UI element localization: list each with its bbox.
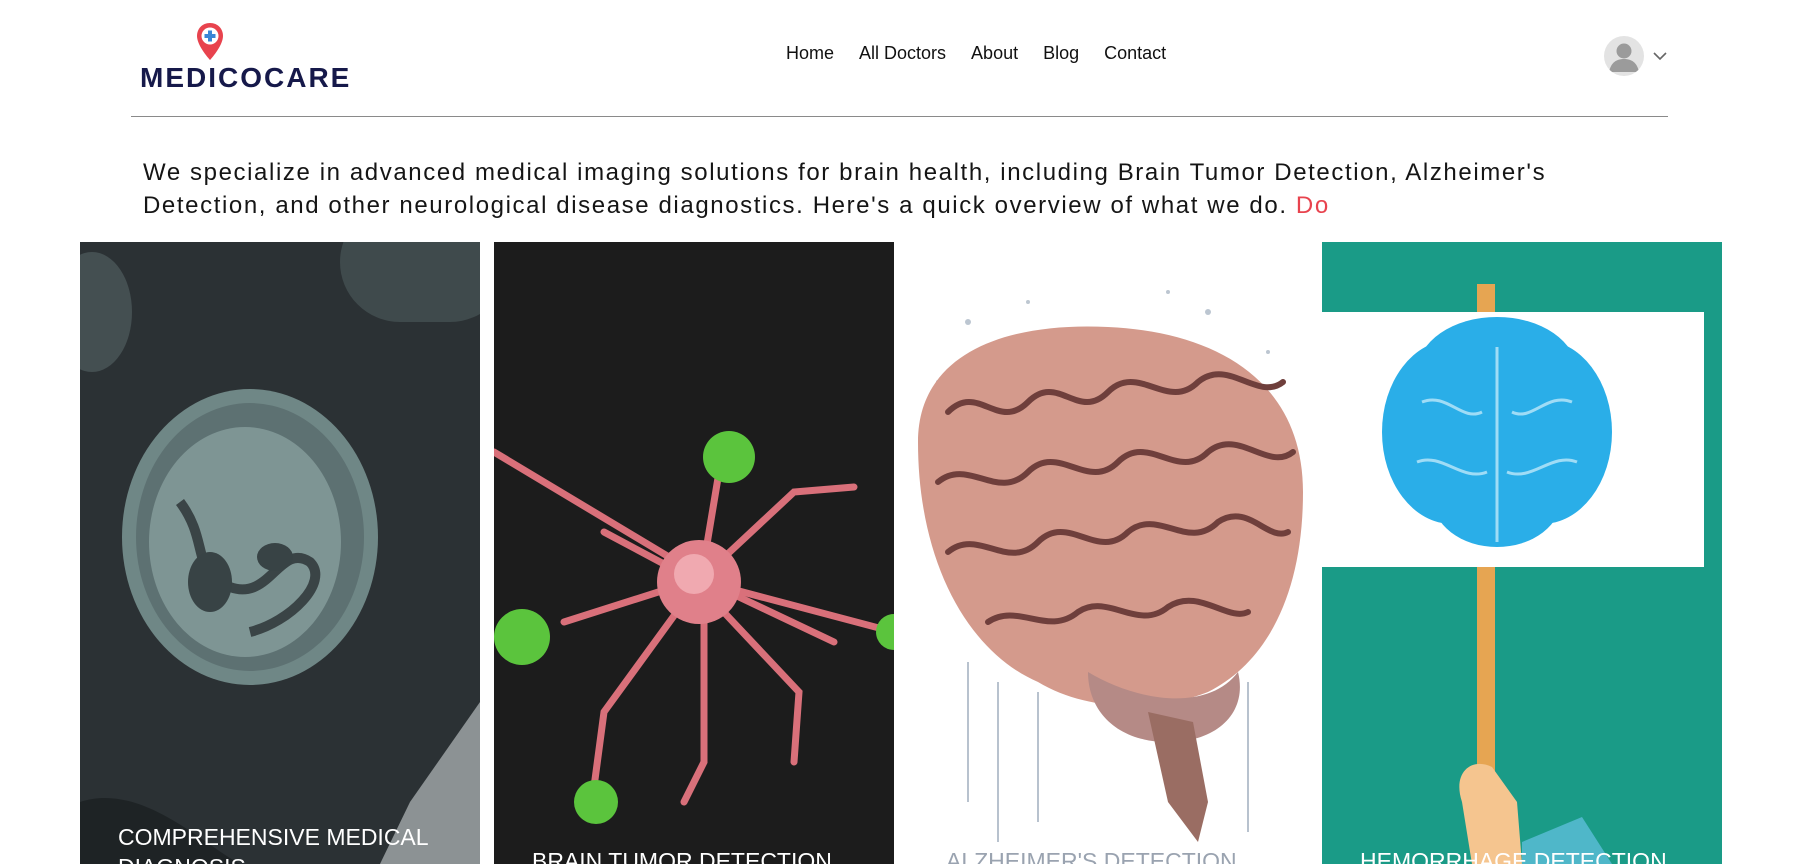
user-menu[interactable] [1604, 36, 1668, 76]
service-card-hemorrhage[interactable]: HEMORRHAGE DETECTION [1322, 242, 1722, 864]
location-pin-icon [197, 23, 223, 60]
brand-name: MEDICOCARE [140, 62, 352, 93]
chevron-down-icon[interactable] [1652, 48, 1668, 64]
intro-body: We specialize in advanced medical imagin… [143, 159, 1547, 219]
intro-text: We specialize in advanced medical imagin… [143, 156, 1613, 222]
neuron-cell-image [494, 242, 894, 864]
nav-contact[interactable]: Contact [1104, 43, 1166, 64]
user-avatar-icon[interactable] [1604, 36, 1644, 76]
nav-blog[interactable]: Blog [1043, 43, 1079, 64]
main-nav: Home All Doctors About Blog Contact [786, 43, 1191, 64]
nav-about[interactable]: About [971, 43, 1018, 64]
ct-scan-image [80, 242, 480, 864]
nav-all-doctors[interactable]: All Doctors [859, 43, 946, 64]
brain-sign-image [1322, 242, 1722, 864]
logo[interactable]: MEDICOCARE [138, 20, 349, 93]
service-card-medical-diagnosis[interactable]: COMPREHENSIVE MEDICAL DIAGNOSIS [80, 242, 480, 864]
card-title: COMPREHENSIVE MEDICAL DIAGNOSIS [118, 824, 428, 864]
card-title: HEMORRHAGE DETECTION [1360, 848, 1667, 864]
brain-illustration-image [908, 242, 1308, 864]
nav-home[interactable]: Home [786, 43, 834, 64]
service-card-brain-tumor[interactable]: BRAIN TUMOR DETECTION [494, 242, 894, 864]
service-card-alzheimers[interactable]: ALZHEIMER'S DETECTION [908, 242, 1308, 864]
card-title: BRAIN TUMOR DETECTION [532, 848, 832, 864]
card-title: ALZHEIMER'S DETECTION [946, 848, 1237, 864]
intro-more-link[interactable]: Do [1296, 192, 1330, 219]
header-divider [131, 116, 1668, 117]
